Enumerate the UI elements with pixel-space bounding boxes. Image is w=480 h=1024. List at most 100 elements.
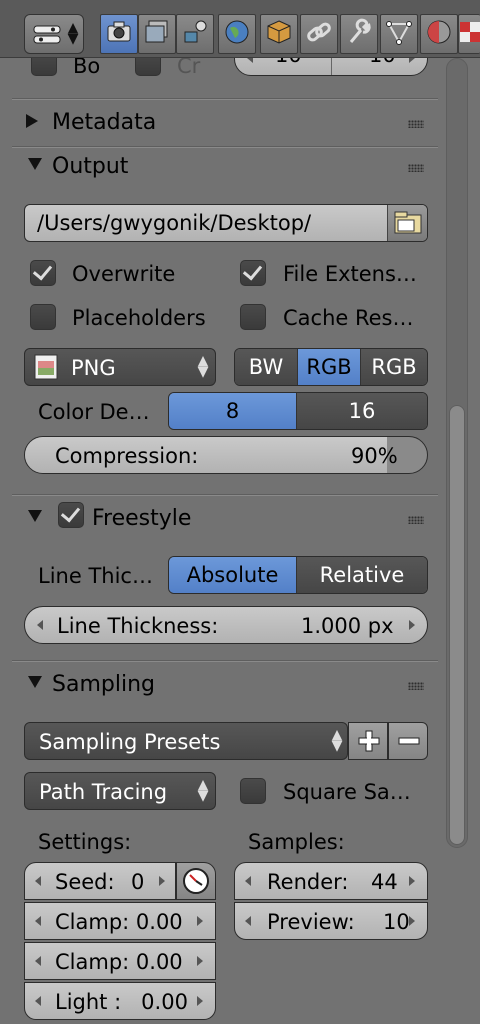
scene-tab[interactable] bbox=[176, 14, 214, 54]
line-thickness-label: Line Thickness: bbox=[57, 614, 219, 638]
output-path-field[interactable]: /Users/gwygonik/Desktop/ bbox=[24, 204, 428, 242]
mode-absolute[interactable]: Absolute bbox=[169, 557, 297, 593]
texture-tab[interactable] bbox=[458, 14, 480, 54]
color-depth-label: Color De… bbox=[38, 400, 150, 424]
color-mode-bw[interactable]: BW bbox=[235, 349, 297, 385]
remove-preset-button[interactable] bbox=[388, 722, 428, 760]
freestyle-panel-header[interactable]: Freestyle bbox=[12, 496, 438, 540]
clamp-indirect-field[interactable]: Clamp: 0.00 bbox=[24, 942, 216, 980]
material-sphere-icon bbox=[425, 18, 453, 50]
line-thickness-field[interactable]: Line Thickness: 1.000 px bbox=[24, 606, 428, 644]
compression-label: Compression: bbox=[55, 444, 199, 468]
editor-type-menu[interactable]: ▲ ▼ bbox=[24, 14, 84, 54]
mode-relative[interactable]: Relative bbox=[297, 557, 427, 593]
metadata-title: Metadata bbox=[52, 110, 157, 135]
freestyle-checkbox[interactable] bbox=[58, 502, 84, 528]
partial-number-1: 10 bbox=[275, 58, 302, 66]
integrator-dropdown[interactable]: Path Tracing ▲ ▼ bbox=[24, 772, 216, 810]
clamp-indirect-text: Clamp: 0.00 bbox=[55, 950, 183, 974]
modifiers-tab[interactable] bbox=[340, 14, 378, 54]
file-extensions-label: File Extens… bbox=[283, 262, 417, 286]
drag-grip-icon[interactable] bbox=[408, 682, 424, 690]
camera-icon bbox=[105, 18, 133, 50]
drag-grip-icon[interactable] bbox=[408, 120, 424, 128]
expanded-arrow-icon bbox=[28, 158, 42, 170]
sampling-panel-header[interactable]: Sampling bbox=[12, 662, 438, 706]
integrator-value: Path Tracing bbox=[39, 780, 168, 804]
settings-label: Settings: bbox=[38, 830, 132, 854]
expanded-arrow-icon bbox=[28, 510, 42, 522]
color-mode-rgba[interactable]: RGB bbox=[361, 349, 427, 385]
render-tab[interactable] bbox=[100, 14, 138, 54]
clamp-direct-field[interactable]: Clamp: 0.00 bbox=[24, 902, 216, 940]
overwrite-checkbox[interactable] bbox=[30, 260, 56, 286]
increment-arrow-icon bbox=[409, 916, 415, 926]
field-separator bbox=[331, 58, 332, 75]
preview-samples-field[interactable]: Preview: 10 bbox=[234, 902, 428, 940]
world-tab[interactable] bbox=[218, 14, 256, 54]
chevron-updown-icon: ▲ ▼ bbox=[197, 353, 209, 380]
material-tab[interactable] bbox=[420, 14, 458, 54]
preview-samples-value: 10 bbox=[383, 910, 410, 934]
drag-grip-icon[interactable] bbox=[408, 516, 424, 524]
cache-result-checkbox[interactable] bbox=[240, 304, 266, 330]
preview-samples-label: Preview: bbox=[267, 910, 355, 934]
data-tab[interactable] bbox=[380, 14, 418, 54]
square-samples-label: Square Sa… bbox=[283, 780, 411, 804]
file-extensions-checkbox[interactable] bbox=[240, 260, 266, 286]
render-samples-value: 44 bbox=[371, 870, 398, 894]
checkbox-partial-2[interactable] bbox=[135, 58, 161, 76]
drag-grip-icon[interactable] bbox=[408, 164, 424, 172]
line-thickness-mode-label: Line Thic… bbox=[38, 564, 153, 588]
color-depth-16[interactable]: 16 bbox=[297, 393, 427, 429]
color-mode-rgb[interactable]: RGB bbox=[297, 349, 361, 385]
decrement-arrow-icon bbox=[245, 916, 251, 926]
color-depth-8[interactable]: 8 bbox=[169, 393, 297, 429]
image-stack-icon bbox=[143, 18, 171, 50]
metadata-panel-header[interactable]: Metadata bbox=[12, 100, 438, 144]
vertex-triangle-icon bbox=[385, 18, 413, 50]
checker-icon bbox=[456, 18, 480, 50]
square-samples-checkbox[interactable] bbox=[240, 778, 266, 804]
decrement-arrow-icon bbox=[35, 956, 41, 966]
file-browser-button[interactable] bbox=[387, 205, 427, 241]
light-sampling-field[interactable]: Light : 0.00 bbox=[24, 982, 216, 1020]
checkbox-partial-1-label: Bo bbox=[73, 58, 101, 78]
increment-arrow-icon bbox=[409, 876, 415, 886]
collapsed-arrow-icon bbox=[26, 114, 38, 128]
image-file-icon bbox=[33, 353, 59, 385]
render-samples-field[interactable]: Render: 44 bbox=[234, 862, 428, 900]
world-icon bbox=[223, 18, 251, 50]
cache-result-label: Cache Res… bbox=[283, 306, 414, 330]
increment-arrow-icon bbox=[409, 620, 415, 630]
clamp-direct-text: Clamp: 0.00 bbox=[55, 910, 183, 934]
cube-icon bbox=[265, 18, 293, 50]
increment-arrow-icon bbox=[197, 956, 203, 966]
placeholders-checkbox[interactable] bbox=[30, 304, 56, 330]
compression-slider[interactable]: Compression: 90% bbox=[24, 436, 428, 474]
sampling-presets-dropdown[interactable]: Sampling Presets ▲ ▼ bbox=[24, 722, 348, 760]
sampling-title: Sampling bbox=[52, 672, 155, 697]
samples-label: Samples: bbox=[248, 830, 345, 854]
add-preset-button[interactable] bbox=[348, 722, 388, 760]
seed-field[interactable]: Seed: 0 bbox=[24, 862, 176, 900]
chevron-updown-icon: ▲ ▼ bbox=[197, 777, 209, 804]
chevron-updown-icon: ▲ ▼ bbox=[331, 727, 343, 754]
checkbox-partial-1[interactable] bbox=[31, 58, 57, 76]
editor-type-icon bbox=[33, 25, 61, 45]
scene-icon bbox=[181, 18, 209, 50]
object-tab[interactable] bbox=[260, 14, 298, 54]
partial-number-2: 10 bbox=[369, 58, 396, 66]
expanded-arrow-icon bbox=[28, 676, 42, 688]
constraints-tab[interactable] bbox=[300, 14, 338, 54]
render-layers-tab[interactable] bbox=[138, 14, 176, 54]
file-format-dropdown[interactable]: PNG ▲ ▼ bbox=[24, 348, 216, 386]
partial-number-fields[interactable]: 10 10 bbox=[234, 58, 428, 76]
clock-icon bbox=[182, 867, 210, 899]
seed-label: Seed: bbox=[55, 870, 115, 894]
output-panel-header[interactable]: Output bbox=[12, 146, 438, 190]
output-title: Output bbox=[52, 154, 129, 179]
render-samples-label: Render: bbox=[267, 870, 349, 894]
animated-seed-button[interactable] bbox=[176, 862, 216, 900]
scrollbar-thumb[interactable] bbox=[449, 405, 465, 845]
